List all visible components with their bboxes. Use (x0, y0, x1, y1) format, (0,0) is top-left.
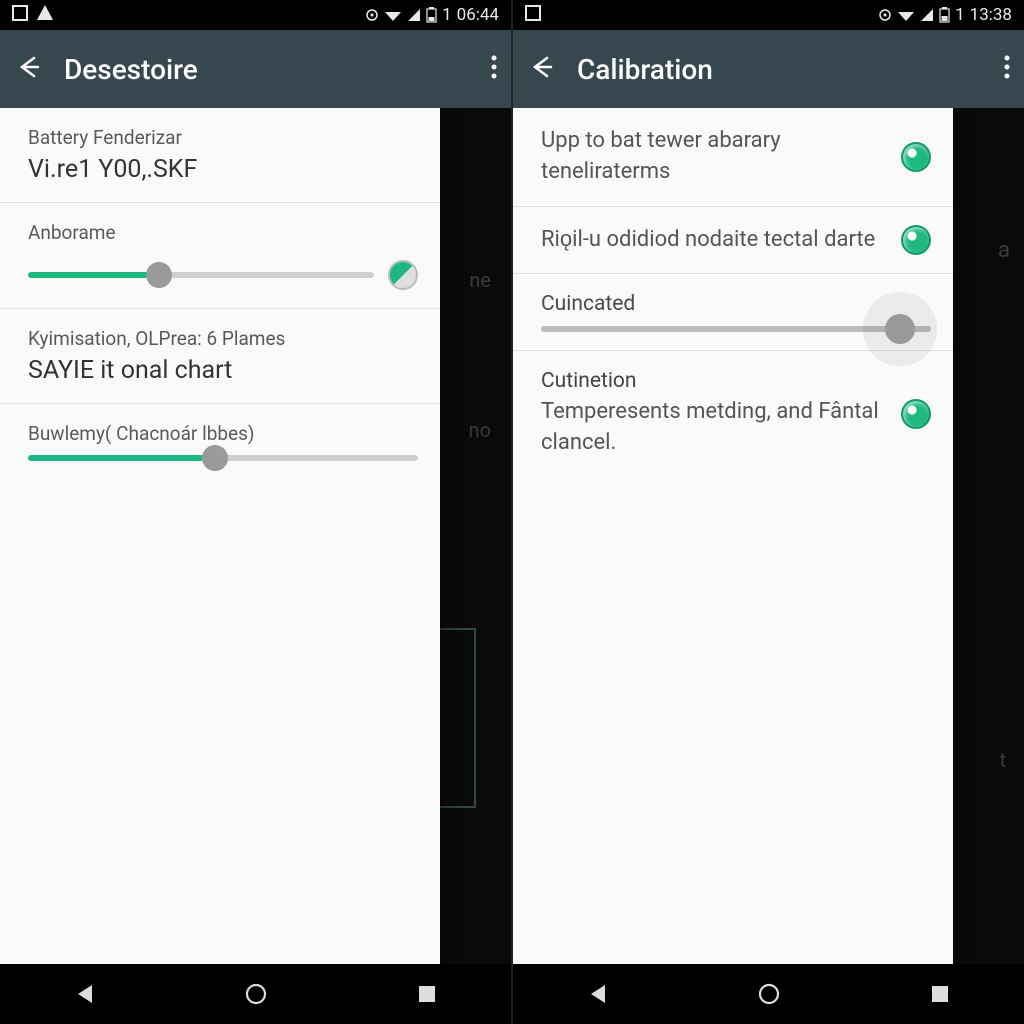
battery-icon (426, 7, 437, 23)
back-icon[interactable] (14, 54, 40, 84)
status-battery-num: 1 (442, 5, 452, 25)
warning-icon (36, 4, 54, 27)
status-bar: 1 06:44 (0, 0, 511, 30)
row-label: Buwlemy( Chacnoár lbbes) (28, 422, 418, 445)
row-value: SAYIE it onal chart (28, 356, 418, 385)
nav-bar (513, 964, 1024, 1024)
bg-hint: ne (469, 268, 491, 292)
toggle-row-rioil[interactable]: Riǫil-u odidiod nodaite tectal darte (513, 207, 953, 275)
overflow-icon[interactable] (1004, 55, 1010, 83)
slider-cuincated[interactable] (541, 326, 931, 332)
toggle-anborame[interactable] (388, 260, 418, 290)
bg-hint: t (999, 748, 1006, 772)
slider-buwlemy[interactable] (28, 455, 418, 461)
row-body: Temperesents metding, and Fântal clancel… (541, 397, 883, 459)
toggle-upp[interactable] (901, 142, 931, 172)
row-text: Upp to bat tewer abarary teneliraterms (541, 126, 883, 188)
app-bar: Calibration (513, 30, 1024, 108)
slider-row-buwlemy: Buwlemy( Chacnoár lbbes) (0, 404, 440, 479)
nav-recents-icon[interactable] (930, 984, 950, 1004)
status-bar: 1 13:38 (513, 0, 1024, 30)
signal-icon (407, 8, 421, 22)
nav-home-icon[interactable] (757, 982, 781, 1006)
info-row-kyimisation[interactable]: Kyimisation, OLPrea: 6 Plames SAYIE it o… (0, 309, 440, 404)
bg-hint: a (998, 238, 1010, 263)
toggle-rioil[interactable] (901, 225, 931, 255)
toggle-row-cutinetion[interactable]: Cutinetion Temperesents metding, and Fân… (513, 351, 953, 477)
toggle-row-upp[interactable]: Upp to bat tewer abarary teneliraterms (513, 108, 953, 207)
slider-row-anborame: Anborame (0, 203, 440, 309)
toggle-cutinetion[interactable] (901, 399, 931, 429)
square-icon (525, 5, 541, 26)
wifi-icon (897, 8, 915, 22)
row-value: Vi.re1 Y00,.SKF (28, 155, 418, 184)
location-icon (878, 8, 892, 22)
nav-back-icon[interactable] (587, 983, 609, 1005)
content-area: a t Upp to bat tewer abarary tenelirater… (513, 108, 1024, 964)
signal-icon (920, 8, 934, 22)
settings-panel: Upp to bat tewer abarary teneliraterms R… (513, 108, 953, 964)
status-battery-num: 1 (955, 5, 965, 25)
content-area: ne no 06 Battery Fenderizar Vi.re1 Y00,.… (0, 108, 511, 964)
slider-anborame[interactable] (28, 272, 374, 278)
nav-home-icon[interactable] (244, 982, 268, 1006)
page-title: Desestoire (64, 53, 467, 86)
app-bar: Desestoire (0, 30, 511, 108)
row-title: Cutinetion (541, 369, 883, 393)
row-label: Battery Fenderizar (28, 126, 418, 149)
row-label: Cuincated (541, 292, 931, 316)
row-label: Kyimisation, OLPrea: 6 Plames (28, 327, 418, 350)
page-title: Calibration (577, 53, 980, 86)
location-icon (365, 8, 379, 22)
nav-recents-icon[interactable] (417, 984, 437, 1004)
phone-left: 1 06:44 Desestoire ne no 06 Battery Fend… (0, 0, 512, 1024)
slider-row-cuincated: Cuincated (513, 274, 953, 351)
info-row-battery[interactable]: Battery Fenderizar Vi.re1 Y00,.SKF (0, 108, 440, 203)
wifi-icon (384, 8, 402, 22)
square-icon (12, 5, 28, 26)
bg-hint: no (469, 418, 491, 442)
battery-icon (939, 7, 950, 23)
status-time: 06:44 (457, 5, 499, 25)
nav-back-icon[interactable] (74, 983, 96, 1005)
status-time: 13:38 (970, 5, 1012, 25)
nav-bar (0, 964, 511, 1024)
overflow-icon[interactable] (491, 55, 497, 83)
back-icon[interactable] (527, 54, 553, 84)
settings-panel: Battery Fenderizar Vi.re1 Y00,.SKF Anbor… (0, 108, 440, 964)
row-label: Anborame (28, 221, 418, 244)
row-text: Riǫil-u odidiod nodaite tectal darte (541, 225, 883, 256)
phone-right: 1 13:38 Calibration a t Upp to bat tewer… (512, 0, 1024, 1024)
